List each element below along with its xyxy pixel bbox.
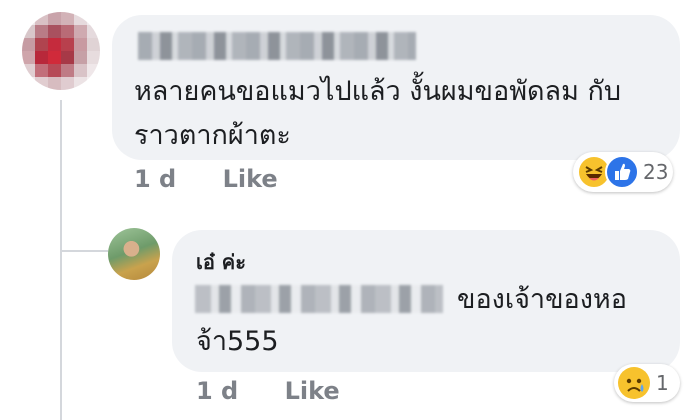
- comment-like-button[interactable]: Like: [223, 165, 278, 193]
- avatar-pixelated[interactable]: [22, 12, 100, 90]
- comment-text: หลายคนขอแมวไปแล้ว งั้นผมขอพัดลม กับราวตา…: [134, 76, 621, 151]
- reply-like-button[interactable]: Like: [285, 377, 340, 405]
- reply-text-censored: [195, 285, 443, 313]
- reaction-count: 23: [643, 160, 669, 184]
- comment-meta: 1 d Like: [134, 165, 278, 193]
- reply-text-line1: ของเจ้าของหอ: [457, 284, 627, 315]
- reply-avatar[interactable]: [108, 228, 160, 280]
- reply-text-line2: จ้า555: [196, 326, 279, 357]
- reply-author-name[interactable]: เอ๋ ค่ะ: [196, 246, 246, 278]
- reply-reactions[interactable]: 1: [614, 364, 680, 402]
- thread-line-horizontal: [60, 250, 108, 252]
- author-name-censored[interactable]: [138, 32, 416, 60]
- reply-meta: 1 d Like: [196, 377, 340, 405]
- reply-timestamp[interactable]: 1 d: [196, 377, 238, 405]
- thread-line-vertical: [60, 100, 62, 420]
- reaction-count: 1: [656, 371, 669, 395]
- like-icon: [605, 155, 639, 189]
- comment-timestamp[interactable]: 1 d: [134, 165, 176, 193]
- sad-icon: [618, 367, 650, 399]
- comment-reactions[interactable]: 23: [573, 152, 673, 192]
